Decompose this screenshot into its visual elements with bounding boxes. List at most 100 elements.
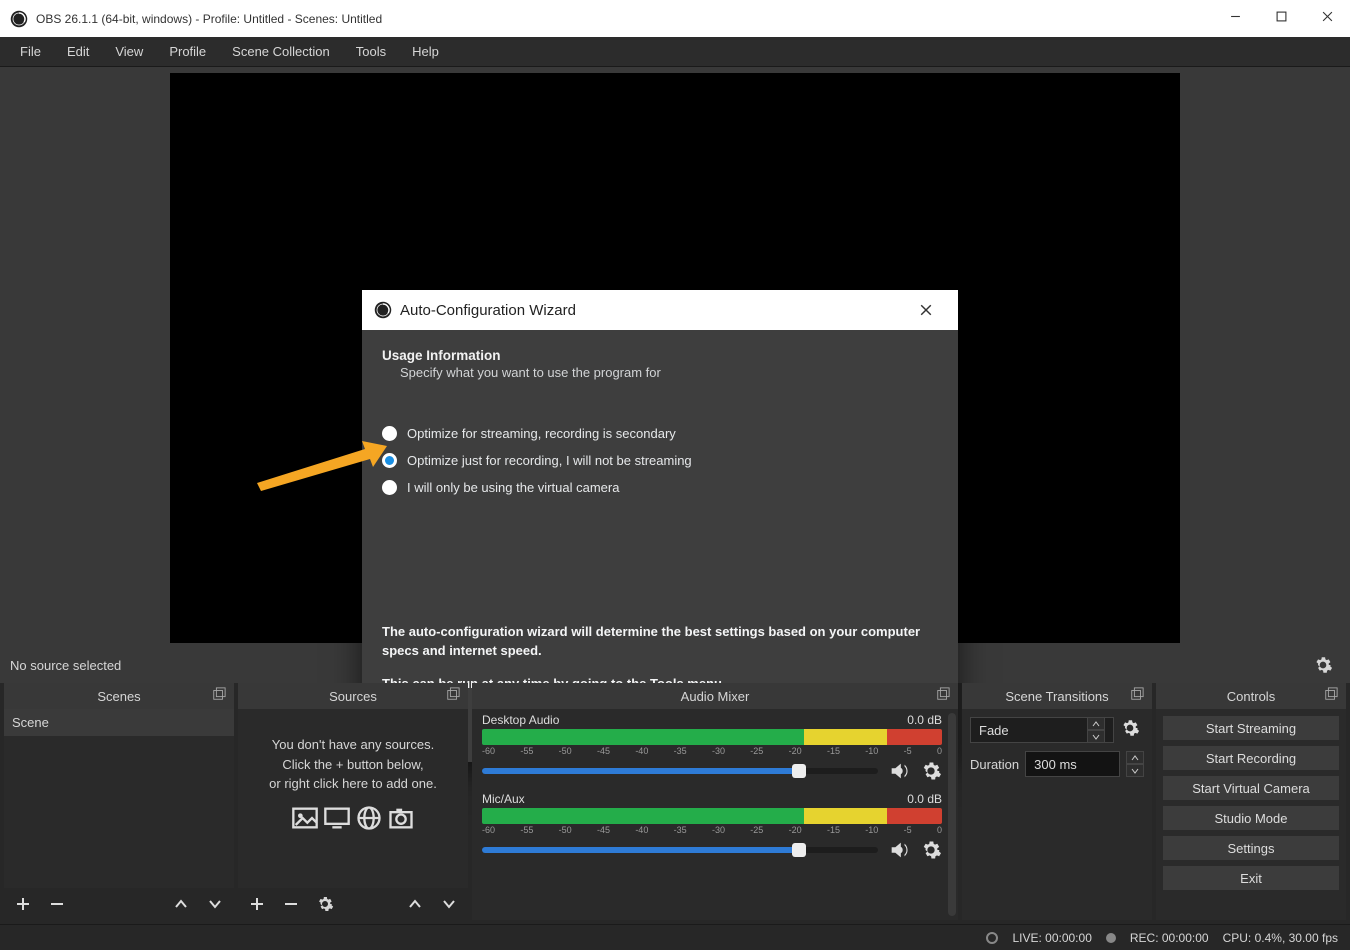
- sources-empty-line: or right click here to add one.: [248, 774, 458, 794]
- display-source-icon: [323, 804, 351, 832]
- close-button[interactable]: [1304, 0, 1350, 32]
- image-source-icon: [291, 804, 319, 832]
- duration-spinner[interactable]: [1126, 751, 1144, 777]
- preview-area: Auto-Configuration Wizard Usage Informat…: [0, 67, 1350, 647]
- menu-edit[interactable]: Edit: [55, 40, 101, 63]
- gear-icon: [1120, 718, 1140, 738]
- scrollbar[interactable]: [948, 713, 956, 916]
- remove-scene-button[interactable]: [46, 893, 68, 915]
- source-down-button[interactable]: [438, 893, 460, 915]
- menu-tools[interactable]: Tools: [344, 40, 398, 63]
- mix-meter: [482, 729, 942, 745]
- sources-panel: Sources You don't have any sources. Clic…: [238, 683, 468, 920]
- camera-source-icon: [387, 804, 415, 832]
- mix-channel-name: Mic/Aux: [482, 792, 525, 806]
- window-title: OBS 26.1.1 (64-bit, windows) - Profile: …: [36, 12, 382, 26]
- menu-scene-collection[interactable]: Scene Collection: [220, 40, 342, 63]
- mix-channel-db: 0.0 dB: [907, 713, 942, 727]
- radio-icon: [382, 480, 397, 495]
- mix-meter: [482, 808, 942, 824]
- radio-icon: [382, 426, 397, 441]
- source-properties-button[interactable]: [1306, 649, 1340, 681]
- speaker-icon[interactable]: [888, 760, 910, 782]
- no-source-label: No source selected: [10, 658, 121, 673]
- transition-select[interactable]: Fade: [970, 717, 1114, 743]
- obs-icon: [374, 301, 392, 319]
- popout-icon[interactable]: [1324, 687, 1340, 703]
- gear-icon: [1313, 655, 1333, 675]
- menu-file[interactable]: File: [8, 40, 53, 63]
- menu-profile[interactable]: Profile: [157, 40, 218, 63]
- popout-icon[interactable]: [936, 687, 952, 703]
- menu-view[interactable]: View: [103, 40, 155, 63]
- speaker-icon[interactable]: [888, 839, 910, 861]
- scene-up-button[interactable]: [170, 893, 192, 915]
- scene-down-button[interactable]: [204, 893, 226, 915]
- menu-help[interactable]: Help: [400, 40, 451, 63]
- popout-icon[interactable]: [1130, 687, 1146, 703]
- duration-value: 300 ms: [1034, 757, 1077, 772]
- add-scene-button[interactable]: [12, 893, 34, 915]
- mix-channel-db: 0.0 dB: [907, 792, 942, 806]
- scene-item[interactable]: Scene: [4, 709, 234, 736]
- panel-title: Sources: [329, 689, 377, 704]
- radio-icon: [382, 453, 397, 468]
- source-settings-button[interactable]: [314, 893, 336, 915]
- transition-value: Fade: [979, 723, 1009, 738]
- control-button-exit[interactable]: Exit: [1162, 865, 1340, 891]
- panel-title: Controls: [1227, 689, 1275, 704]
- radio-label: Optimize for streaming, recording is sec…: [407, 426, 676, 441]
- remove-source-button[interactable]: [280, 893, 302, 915]
- radio-option-recording[interactable]: Optimize just for recording, I will not …: [382, 453, 938, 468]
- audio-mixer-panel: Audio Mixer Desktop Audio0.0 dB -60-55-5…: [472, 683, 958, 920]
- mix-volume-slider[interactable]: [482, 768, 878, 774]
- panel-title: Audio Mixer: [681, 689, 750, 704]
- sources-empty-line: You don't have any sources.: [248, 735, 458, 755]
- add-source-button[interactable]: [246, 893, 268, 915]
- transition-settings-button[interactable]: [1120, 718, 1144, 742]
- radio-label: Optimize just for recording, I will not …: [407, 453, 692, 468]
- menubar: File Edit View Profile Scene Collection …: [0, 37, 1350, 67]
- status-cpu: CPU: 0.4%, 30.00 fps: [1223, 931, 1338, 945]
- duration-label: Duration: [970, 757, 1019, 772]
- radio-label: I will only be using the virtual camera: [407, 480, 619, 495]
- transitions-panel: Scene Transitions Fade Duration 300 ms: [962, 683, 1152, 920]
- dialog-close-button[interactable]: [906, 295, 946, 325]
- minimize-button[interactable]: [1212, 0, 1258, 32]
- maximize-button[interactable]: [1258, 0, 1304, 32]
- source-up-button[interactable]: [404, 893, 426, 915]
- mix-volume-slider[interactable]: [482, 847, 878, 853]
- dialog-title: Auto-Configuration Wizard: [400, 302, 576, 319]
- obs-icon: [10, 10, 28, 28]
- gear-icon[interactable]: [920, 839, 942, 861]
- status-live: LIVE: 00:00:00: [1012, 931, 1091, 945]
- globe-source-icon: [355, 804, 383, 832]
- sources-empty-line: Click the + button below,: [248, 755, 458, 775]
- popout-icon[interactable]: [212, 687, 228, 703]
- mix-channel-name: Desktop Audio: [482, 713, 559, 727]
- popout-icon[interactable]: [446, 687, 462, 703]
- radio-option-virtualcam[interactable]: I will only be using the virtual camera: [382, 480, 938, 495]
- status-rec: REC: 00:00:00: [1130, 931, 1209, 945]
- gear-icon[interactable]: [920, 760, 942, 782]
- control-button-start-streaming[interactable]: Start Streaming: [1162, 715, 1340, 741]
- duration-input[interactable]: 300 ms: [1025, 751, 1120, 777]
- statusbar: LIVE: 00:00:00 REC: 00:00:00 CPU: 0.4%, …: [0, 924, 1350, 950]
- titlebar[interactable]: OBS 26.1.1 (64-bit, windows) - Profile: …: [0, 0, 1350, 37]
- panel-title: Scenes: [97, 689, 140, 704]
- live-indicator-icon: [986, 932, 998, 944]
- gear-icon: [316, 895, 334, 913]
- dialog-heading: Usage Information: [382, 348, 938, 363]
- control-button-start-recording[interactable]: Start Recording: [1162, 745, 1340, 771]
- control-button-settings[interactable]: Settings: [1162, 835, 1340, 861]
- scenes-panel: Scenes Scene: [4, 683, 234, 920]
- control-button-studio-mode[interactable]: Studio Mode: [1162, 805, 1340, 831]
- dialog-desc-1: The auto-configuration wizard will deter…: [382, 623, 938, 661]
- dialog-subtitle: Specify what you want to use the program…: [400, 365, 938, 380]
- rec-indicator-icon: [1106, 933, 1116, 943]
- controls-panel: Controls Start Streaming Start Recording S…: [1156, 683, 1346, 920]
- panel-title: Scene Transitions: [1005, 689, 1108, 704]
- control-button-start-virtual-camera[interactable]: Start Virtual Camera: [1162, 775, 1340, 801]
- radio-option-streaming[interactable]: Optimize for streaming, recording is sec…: [382, 426, 938, 441]
- dialog-titlebar[interactable]: Auto-Configuration Wizard: [362, 290, 958, 330]
